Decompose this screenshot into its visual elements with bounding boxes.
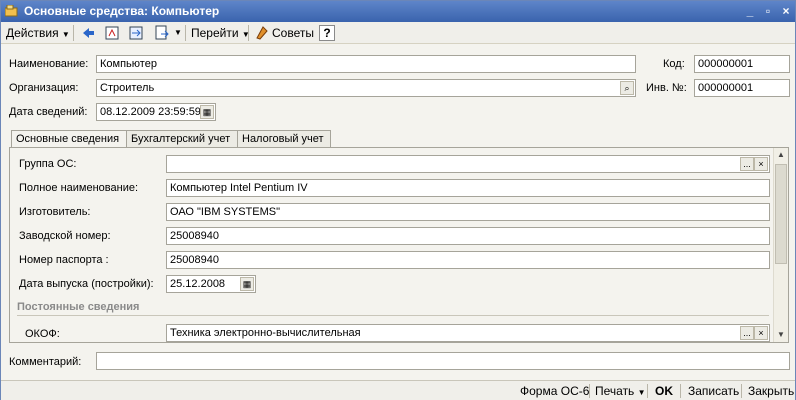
date-label: Дата сведений: xyxy=(9,106,88,118)
actions-menu-label: Действия xyxy=(6,26,59,40)
tab-accounting[interactable]: Бухгалтерский учет xyxy=(126,130,238,148)
main-info-panel: Группа ОС: ... × Полное наименование: Ко… xyxy=(9,147,789,343)
advice-icon[interactable] xyxy=(253,24,271,42)
okof-label: ОКОФ: xyxy=(25,328,60,340)
document-arrow-icon[interactable] xyxy=(153,24,171,42)
close-button[interactable]: × xyxy=(778,4,794,18)
date-field[interactable]: 08.12.2009 23:59:59 ▦ xyxy=(96,103,216,121)
code-label: Код: xyxy=(663,58,685,70)
comment-label: Комментарий: xyxy=(9,356,82,368)
form-os6-button[interactable]: Форма ОС-6 xyxy=(520,384,589,398)
calendar-icon[interactable]: ▦ xyxy=(200,105,214,119)
toolbar-divider xyxy=(73,25,74,41)
help-button[interactable]: ? xyxy=(319,25,335,41)
organization-label: Организация: xyxy=(9,82,79,94)
close-form-button[interactable]: Закрыть xyxy=(748,384,794,398)
scroll-thumb[interactable] xyxy=(775,164,787,264)
toolbar: Действия ▼ ▼ Перейти ▼ Советы ? xyxy=(1,22,795,44)
back-arrow-icon[interactable] xyxy=(79,24,97,42)
clear-icon[interactable]: × xyxy=(754,326,768,340)
title-bar[interactable]: Основные средства: Компьютер _ ▫ × xyxy=(1,1,795,22)
window-title: Основные средства: Компьютер xyxy=(24,4,220,18)
passport-number-label: Номер паспорта : xyxy=(19,254,109,266)
ok-button[interactable]: OK xyxy=(655,384,673,398)
release-date-field[interactable]: 25.12.2008 ▦ xyxy=(166,275,256,293)
code-field[interactable]: 000000001 xyxy=(694,55,790,73)
organization-field[interactable]: Строитель ⌕ xyxy=(96,79,636,97)
dependencies-icon[interactable] xyxy=(127,24,145,42)
select-icon[interactable]: ... xyxy=(740,157,754,171)
inventory-number-field[interactable]: 000000001 xyxy=(694,79,790,97)
app-icon xyxy=(5,5,18,17)
serial-number-label: Заводской номер: xyxy=(19,230,111,242)
section-title: Постоянные сведения xyxy=(17,301,140,313)
search-icon[interactable]: ⌕ xyxy=(620,81,634,95)
toolbar-divider xyxy=(185,25,186,41)
manufacturer-label: Изготовитель: xyxy=(19,206,91,218)
print-button[interactable]: Печать ▼ xyxy=(595,384,646,398)
command-divider xyxy=(647,384,648,398)
clear-icon[interactable]: × xyxy=(754,157,768,171)
document-window: Основные средства: Компьютер _ ▫ × Дейст… xyxy=(0,0,796,400)
manufacturer-field[interactable]: ОАО "IBM SYSTEMS" xyxy=(166,203,770,221)
passport-number-field[interactable]: 25008940 xyxy=(166,251,770,269)
command-divider xyxy=(589,384,590,398)
scroll-down-icon[interactable]: ▼ xyxy=(774,328,788,342)
chevron-down-icon[interactable]: ▼ xyxy=(174,24,182,42)
full-name-label: Полное наименование: xyxy=(19,182,139,194)
save-button[interactable]: Записать xyxy=(688,384,739,398)
actions-menu[interactable]: Действия ▼ xyxy=(6,24,70,42)
okof-field[interactable]: Техника электронно-вычислительная ... × xyxy=(166,324,770,342)
asset-group-label: Группа ОС: xyxy=(19,158,77,170)
release-date-value: 25.12.2008 xyxy=(170,278,226,290)
asset-group-field[interactable]: ... × xyxy=(166,155,770,173)
vertical-scrollbar[interactable]: ▲ ▼ xyxy=(773,148,788,342)
chevron-down-icon: ▼ xyxy=(637,388,646,397)
section-divider xyxy=(17,315,769,316)
structure-icon[interactable] xyxy=(103,24,121,42)
calendar-icon[interactable]: ▦ xyxy=(240,277,254,291)
inventory-number-label: Инв. №: xyxy=(646,82,687,94)
name-field[interactable]: Компьютер xyxy=(96,55,636,73)
goto-menu-label: Перейти xyxy=(191,26,239,40)
minimize-button[interactable]: _ xyxy=(742,4,758,18)
command-divider xyxy=(680,384,681,398)
tab-tax[interactable]: Налоговый учет xyxy=(237,130,331,148)
scroll-up-icon[interactable]: ▲ xyxy=(774,148,788,162)
select-icon[interactable]: ... xyxy=(740,326,754,340)
chevron-down-icon: ▼ xyxy=(61,30,70,39)
restore-button[interactable]: ▫ xyxy=(760,4,776,18)
date-value: 08.12.2009 23:59:59 xyxy=(100,106,201,118)
name-label: Наименование: xyxy=(9,58,89,70)
full-name-field[interactable]: Компьютер Intel Pentium IV xyxy=(166,179,770,197)
print-label: Печать xyxy=(595,384,635,398)
advice-button[interactable]: Советы xyxy=(272,24,314,42)
goto-menu[interactable]: Перейти ▼ xyxy=(191,24,250,42)
organization-value: Строитель xyxy=(100,82,155,94)
release-date-label: Дата выпуска (постройки): xyxy=(19,278,154,290)
bottom-command-bar: Форма ОС-6 Печать ▼ OK Записать Закрыть xyxy=(1,380,795,400)
command-divider xyxy=(741,384,742,398)
comment-field[interactable] xyxy=(96,352,790,370)
toolbar-divider xyxy=(248,25,249,41)
okof-value: Техника электронно-вычислительная xyxy=(170,327,361,339)
serial-number-field[interactable]: 25008940 xyxy=(166,227,770,245)
